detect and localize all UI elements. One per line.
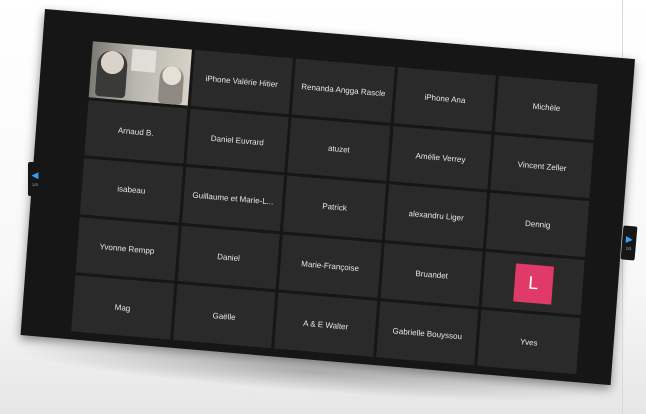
participant-tile[interactable]: Yvonne Rempp [75,217,179,282]
participant-gallery: iPhone Valérie Hitier Renanda Angga Rasc… [71,41,598,375]
participant-name: iPhone Ana [424,92,466,106]
participant-tile[interactable]: Arnaud B. [84,99,188,164]
participant-tile-video[interactable] [88,41,192,106]
video-person [157,65,185,106]
arrow-right-icon: ▶ [625,233,634,245]
page-indicator: 2/3 [32,182,38,187]
participant-name: Renanda Angga Rascle [300,82,386,99]
participant-tile-avatar[interactable]: L [481,251,585,316]
participant-name: Arnaud B. [117,125,154,138]
participant-name: Daniel [216,252,241,264]
participant-tile[interactable]: Daniel Euvrard [185,108,289,173]
photo-scene: iPhone Valérie Hitier Renanda Angga Rasc… [0,0,646,414]
participant-name: Yvonne Rempp [99,242,155,256]
participant-tile[interactable]: Guillaume et Marie-L... [181,167,285,232]
participant-name: atuzet [327,143,351,155]
participant-name: alexandru Liger [408,209,465,224]
participant-name: Amélie Verrey [415,151,466,165]
participant-tile[interactable]: Patrick [283,175,386,240]
participant-tile[interactable]: isabeau [79,158,183,223]
participant-tile[interactable]: Gabrielle Bouyssou [375,301,479,366]
participant-name: isabeau [116,184,146,197]
participant-tile[interactable]: iPhone Valérie Hitier [190,49,294,114]
participant-tile[interactable]: Yves [477,310,581,375]
participant-name: Patrick [321,202,348,214]
page-indicator: 2/3 [625,245,632,252]
participant-tile[interactable]: Michèle [495,75,598,140]
participant-name: A & E Walter [302,318,349,332]
next-page-button[interactable]: ▶ 2/3 [620,225,638,261]
participant-tile[interactable]: A & E Walter [274,292,378,357]
participant-name: Gaëlle [212,310,237,322]
participant-name: Mag [114,302,131,313]
participant-name: Marie-Françoise [300,259,360,274]
participant-name: Michèle [532,102,561,114]
participant-tile[interactable]: iPhone Ana [393,67,497,132]
participant-tile[interactable]: Mag [71,275,174,340]
participant-name: Yves [519,336,538,348]
video-person [94,49,129,99]
avatar: L [512,262,554,305]
participant-tile[interactable]: Amélie Verrey [389,125,492,190]
participant-tile[interactable]: Renanda Angga Rascle [291,58,395,123]
video-background-window [130,48,157,73]
participant-tile[interactable]: Daniel [177,225,280,290]
participant-tile[interactable]: Dennig [486,192,590,257]
participant-tile[interactable]: alexandru Liger [384,184,488,249]
participant-name: iPhone Valérie Hitier [205,74,279,90]
participant-tile[interactable]: Bruandet [380,242,484,307]
participant-name: Guillaume et Marie-L... [192,191,274,207]
participant-name: Daniel Euvrard [210,133,265,148]
participant-name: Bruandet [415,269,449,281]
participant-tile[interactable]: Gaëlle [172,284,276,349]
meeting-screen: iPhone Valérie Hitier Renanda Angga Rasc… [20,9,636,386]
participant-tile[interactable]: Vincent Zeller [490,134,594,199]
participant-name: Vincent Zeller [517,159,567,173]
participant-name: Gabrielle Bouyssou [392,326,463,341]
participant-tile[interactable]: atuzet [287,117,391,182]
participant-tile[interactable]: Marie-Françoise [278,234,382,299]
arrow-left-icon: ◀ [31,170,39,180]
participant-name: Dennig [524,219,551,231]
previous-page-button[interactable]: ◀ 2/3 [28,162,42,196]
avatar-initial: L [527,272,540,294]
